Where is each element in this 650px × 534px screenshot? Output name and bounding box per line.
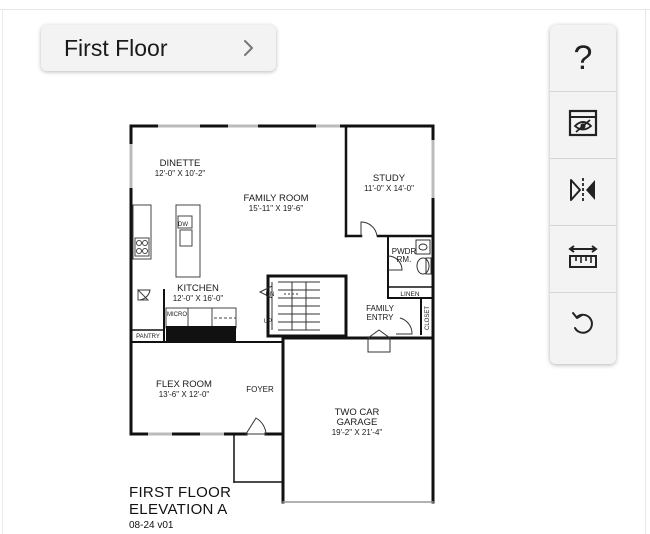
- floor-selector-label: First Floor: [64, 34, 168, 61]
- counter: [132, 204, 152, 260]
- hide-furniture-button[interactable]: [550, 92, 616, 159]
- room-dims-family-room: 15'-11" X 19'-6": [249, 204, 304, 213]
- door-swing: [396, 317, 413, 335]
- undo-rotate-icon: [569, 310, 597, 343]
- label-closet: CLOSET: [425, 306, 431, 330]
- plan-elevation: ELEVATION A: [129, 501, 228, 518]
- room-name-flex-room: FLEX ROOM: [156, 379, 212, 390]
- room-name-dinette: DINETTE: [160, 158, 201, 169]
- reset-button[interactable]: [550, 293, 616, 360]
- room-dims-garage: 19'-2" X 21'-4": [332, 428, 383, 437]
- label-micro: MICRO: [167, 312, 187, 318]
- plan-title: FIRST FLOOR: [129, 484, 232, 501]
- floor-selector-button[interactable]: First Floor: [41, 25, 276, 71]
- room-name-study: STUDY: [373, 173, 406, 184]
- ruler-icon: [567, 243, 599, 276]
- room-name-kitchen: KITCHEN: [177, 283, 219, 294]
- room-name-family-room: FAMILY ROOM: [243, 193, 308, 204]
- room-dims-dinette: 12'-0" X 10'-2": [155, 169, 206, 178]
- chevron-right-icon: [234, 25, 264, 71]
- eye-slash-window-icon: [568, 109, 598, 142]
- sink: [179, 229, 193, 247]
- fridge: [187, 307, 213, 329]
- door-swing: [360, 221, 378, 237]
- label-foyer: FOYER: [246, 385, 274, 394]
- label-family-entry-2: ENTRY: [367, 313, 395, 322]
- room-dims-study: 11'-0" X 14'-0": [364, 184, 414, 193]
- label-linen: LINEN: [400, 291, 419, 298]
- help-button[interactable]: ?: [550, 25, 616, 92]
- cabinet-block: [166, 326, 236, 342]
- label-dw: DW: [178, 222, 188, 228]
- label-up: UP: [264, 319, 272, 325]
- measure-button[interactable]: [550, 226, 616, 293]
- label-family-entry-1: FAMILY: [366, 304, 395, 313]
- question-mark-icon: ?: [573, 39, 593, 77]
- door-swing: [245, 417, 267, 435]
- mirror-button[interactable]: [550, 159, 616, 226]
- label-dn: DN: [266, 292, 275, 298]
- plan-version: 08-24 v01: [129, 520, 174, 531]
- room-name-garage-2: GARAGE: [337, 417, 378, 428]
- label-rm: RM.: [397, 255, 412, 264]
- garage-entry-step: [367, 337, 391, 353]
- room-dims-flex-room: 13'-6" X 12'-0": [159, 390, 210, 399]
- mirror-flip-icon: [567, 176, 599, 209]
- plan-toolbar: ?: [550, 25, 616, 364]
- room-dims-kitchen: 12'-0" X 16'-0": [173, 294, 224, 303]
- label-pantry: PANTRY: [136, 334, 160, 340]
